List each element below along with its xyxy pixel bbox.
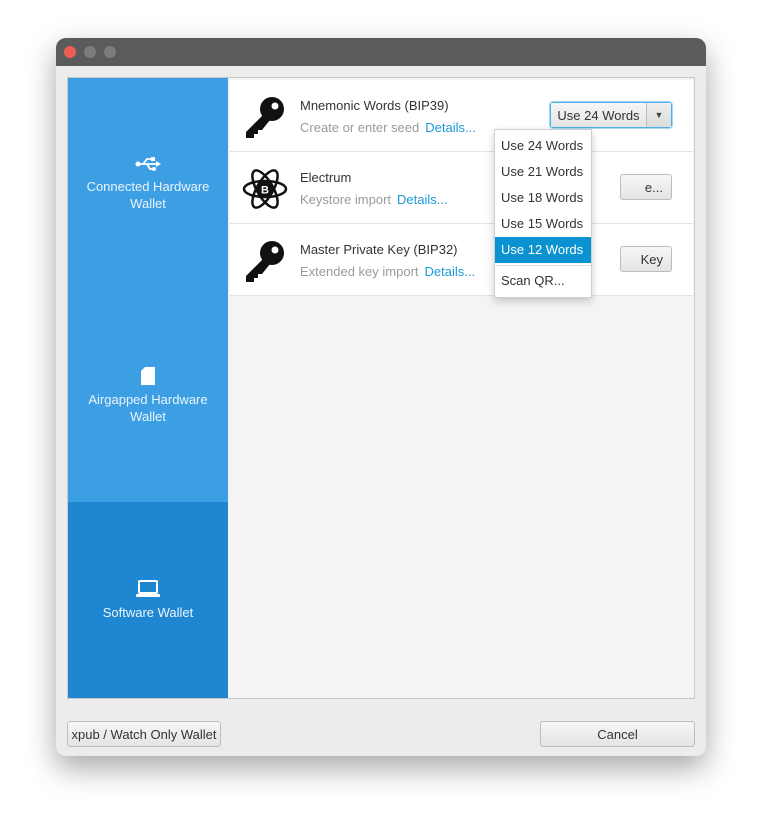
key-icon	[246, 241, 284, 282]
menu-item-highlighted[interactable]: Use 12 Words	[495, 237, 591, 263]
enter-key-button[interactable]: Key	[620, 246, 672, 272]
list-item: Master Private Key (BIP32) Extended key …	[230, 224, 693, 296]
row-title: Mnemonic Words (BIP39)	[300, 98, 449, 113]
details-link[interactable]: Details...	[425, 264, 476, 279]
close-button[interactable]	[64, 46, 76, 58]
chevron-down-icon[interactable]: ▼	[647, 103, 671, 127]
words-split-button: Use 24 Words ▼	[550, 102, 672, 128]
details-link[interactable]: Details...	[425, 120, 476, 135]
dialog-window: Connected Hardware Wallet Airgapped Hard…	[56, 38, 706, 756]
use-words-button[interactable]: Use 24 Words	[551, 103, 647, 127]
title-bar	[56, 38, 706, 66]
sidebar-item-label: Airgapped Hardware Wallet	[88, 392, 208, 424]
laptop-icon	[136, 579, 160, 597]
import-file-button[interactable]: e...	[620, 174, 672, 200]
svg-text:B: B	[261, 185, 269, 197]
key-icon	[246, 97, 284, 138]
menu-item[interactable]: Use 15 Words	[495, 211, 591, 237]
sidebar-item-airgapped-hardware[interactable]: Airgapped Hardware Wallet	[68, 290, 228, 502]
words-dropdown-menu: Use 24 Words Use 21 Words Use 18 Words U…	[494, 129, 592, 298]
row-title: Master Private Key (BIP32)	[300, 242, 458, 257]
list-item: B Electrum Keystore import Details... e..…	[230, 152, 693, 224]
menu-separator	[495, 265, 591, 266]
wallet-type-list: Mnemonic Words (BIP39) Create or enter s…	[230, 80, 693, 296]
content-panel: Connected Hardware Wallet Airgapped Hard…	[67, 77, 695, 699]
sidebar-item-label: Software Wallet	[102, 604, 194, 620]
sidebar-item-label: Connected Hardware Wallet	[86, 179, 210, 211]
list-item: Mnemonic Words (BIP39) Create or enter s…	[230, 80, 693, 152]
zoom-button[interactable]	[104, 46, 116, 58]
sidebar-item-software-wallet[interactable]: Software Wallet	[68, 502, 228, 698]
menu-item[interactable]: Use 21 Words	[495, 159, 591, 185]
minimize-button[interactable]	[84, 46, 96, 58]
sd-card-icon	[141, 367, 155, 385]
watch-only-wallet-button[interactable]: xpub / Watch Only Wallet	[67, 721, 221, 747]
cancel-button[interactable]: Cancel	[540, 721, 695, 747]
usb-icon	[135, 157, 161, 171]
row-subtitle: Keystore import	[300, 192, 392, 207]
row-subtitle: Create or enter seed	[300, 120, 420, 135]
menu-item[interactable]: Use 18 Words	[495, 185, 591, 211]
details-link[interactable]: Details...	[397, 192, 448, 207]
sidebar-item-connected-hardware[interactable]: Connected Hardware Wallet	[68, 78, 228, 290]
sidebar: Connected Hardware Wallet Airgapped Hard…	[68, 78, 228, 698]
electrum-icon: B	[242, 169, 288, 209]
menu-item-scan-qr[interactable]: Scan QR...	[495, 268, 591, 294]
row-subtitle: Extended key import	[300, 264, 419, 279]
row-title: Electrum	[300, 170, 352, 185]
menu-item[interactable]: Use 24 Words	[495, 133, 591, 159]
